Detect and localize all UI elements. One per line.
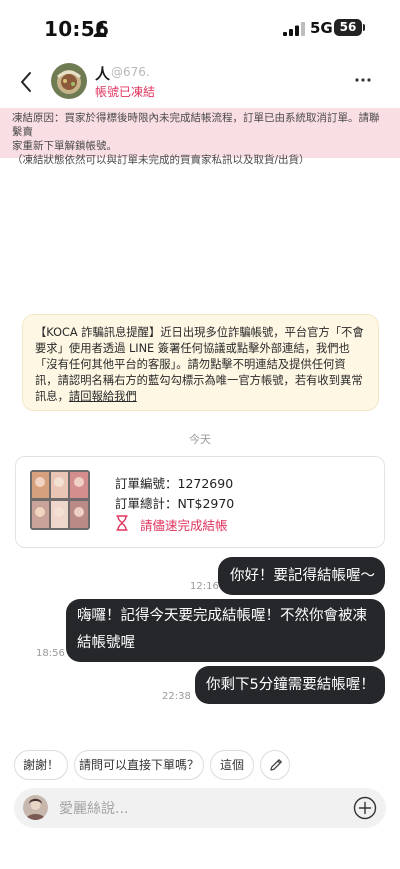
battery-level: 56 <box>334 19 362 36</box>
frozen-banner: 凍結原因：買家於得標後時限內未完成結帳流程，訂單已由系統取消訂單。請聯繫賣 家重… <box>0 108 400 166</box>
quick-reply-order-question[interactable]: 請問可以直接下單嗎？ <box>74 750 204 780</box>
chat-message: 嗨囉！記得今天要完成結帳喔！不然你會被凍結帳號喔 <box>66 599 385 662</box>
frozen-reason-line: 家重新下單解鎖帳號。 <box>12 140 117 152</box>
status-bar: 10:56 5G 56 <box>0 0 400 58</box>
avatar[interactable] <box>51 63 87 99</box>
date-divider: 今天 <box>189 433 211 446</box>
frozen-reason-line: 凍結原因：買家於得標後時限內未完成結帳流程，訂單已由系統取消訂單。請聯繫賣 <box>12 112 380 138</box>
frozen-note: （凍結狀態依然可以與訂單未完成的買賣家私訊以及取貨/出貨） <box>12 154 310 166</box>
person-icon <box>93 22 107 37</box>
my-avatar <box>23 795 48 820</box>
user-handle: @676. <box>111 65 150 79</box>
order-total: 訂單總計：NT$2970 <box>115 496 235 511</box>
edit-quick-replies-button[interactable] <box>260 750 290 780</box>
back-icon[interactable] <box>16 68 36 96</box>
message-time: 22:38 <box>162 691 191 702</box>
scam-notice: 【KOCA 詐騙訊息提醒】近日出現多位詐騙帳號，平台官方「不會要求」使用者透過 … <box>22 314 379 411</box>
quick-reply-thanks[interactable]: 謝謝！ <box>14 750 68 780</box>
more-icon[interactable] <box>354 70 372 90</box>
order-card[interactable]: 訂單編號：1272690 訂單總計：NT$2970 請儘速完成結帳 <box>15 456 385 548</box>
message-input[interactable]: 愛麗絲說... <box>59 798 128 818</box>
signal-icon <box>283 22 305 36</box>
message-time: 18:56 <box>36 648 65 659</box>
report-link[interactable]: 請回報給我們 <box>69 390 137 403</box>
quick-replies: 謝謝！ 請問可以直接下單嗎？ 這個 <box>0 750 400 782</box>
chat-message: 你好！要記得結帳喔～ <box>218 557 385 595</box>
chat-screen: 10:56 5G 56 人 @676. 帳號已凍結 凍結原因：買家於得標後時限內… <box>0 0 400 869</box>
network-type: 5G <box>310 19 333 37</box>
message-time: 12:16 <box>190 581 219 592</box>
order-number: 訂單編號：1272690 <box>115 476 234 491</box>
hourglass-icon <box>116 515 128 531</box>
pencil-icon <box>270 759 282 771</box>
battery-tip <box>363 24 365 31</box>
message-composer: 愛麗絲說... <box>14 788 386 828</box>
add-icon[interactable] <box>353 796 377 820</box>
account-status: 帳號已凍結 <box>95 85 156 99</box>
chat-message: 你剩下5分鐘需要結帳喔！ <box>195 666 385 704</box>
checkout-reminder[interactable]: 請儘速完成結帳 <box>140 515 228 534</box>
quick-reply-this[interactable]: 這個 <box>210 750 254 780</box>
chat-header: 人 @676. 帳號已凍結 <box>0 58 400 106</box>
order-thumbnail <box>30 470 90 530</box>
user-name: 人 <box>95 65 111 83</box>
